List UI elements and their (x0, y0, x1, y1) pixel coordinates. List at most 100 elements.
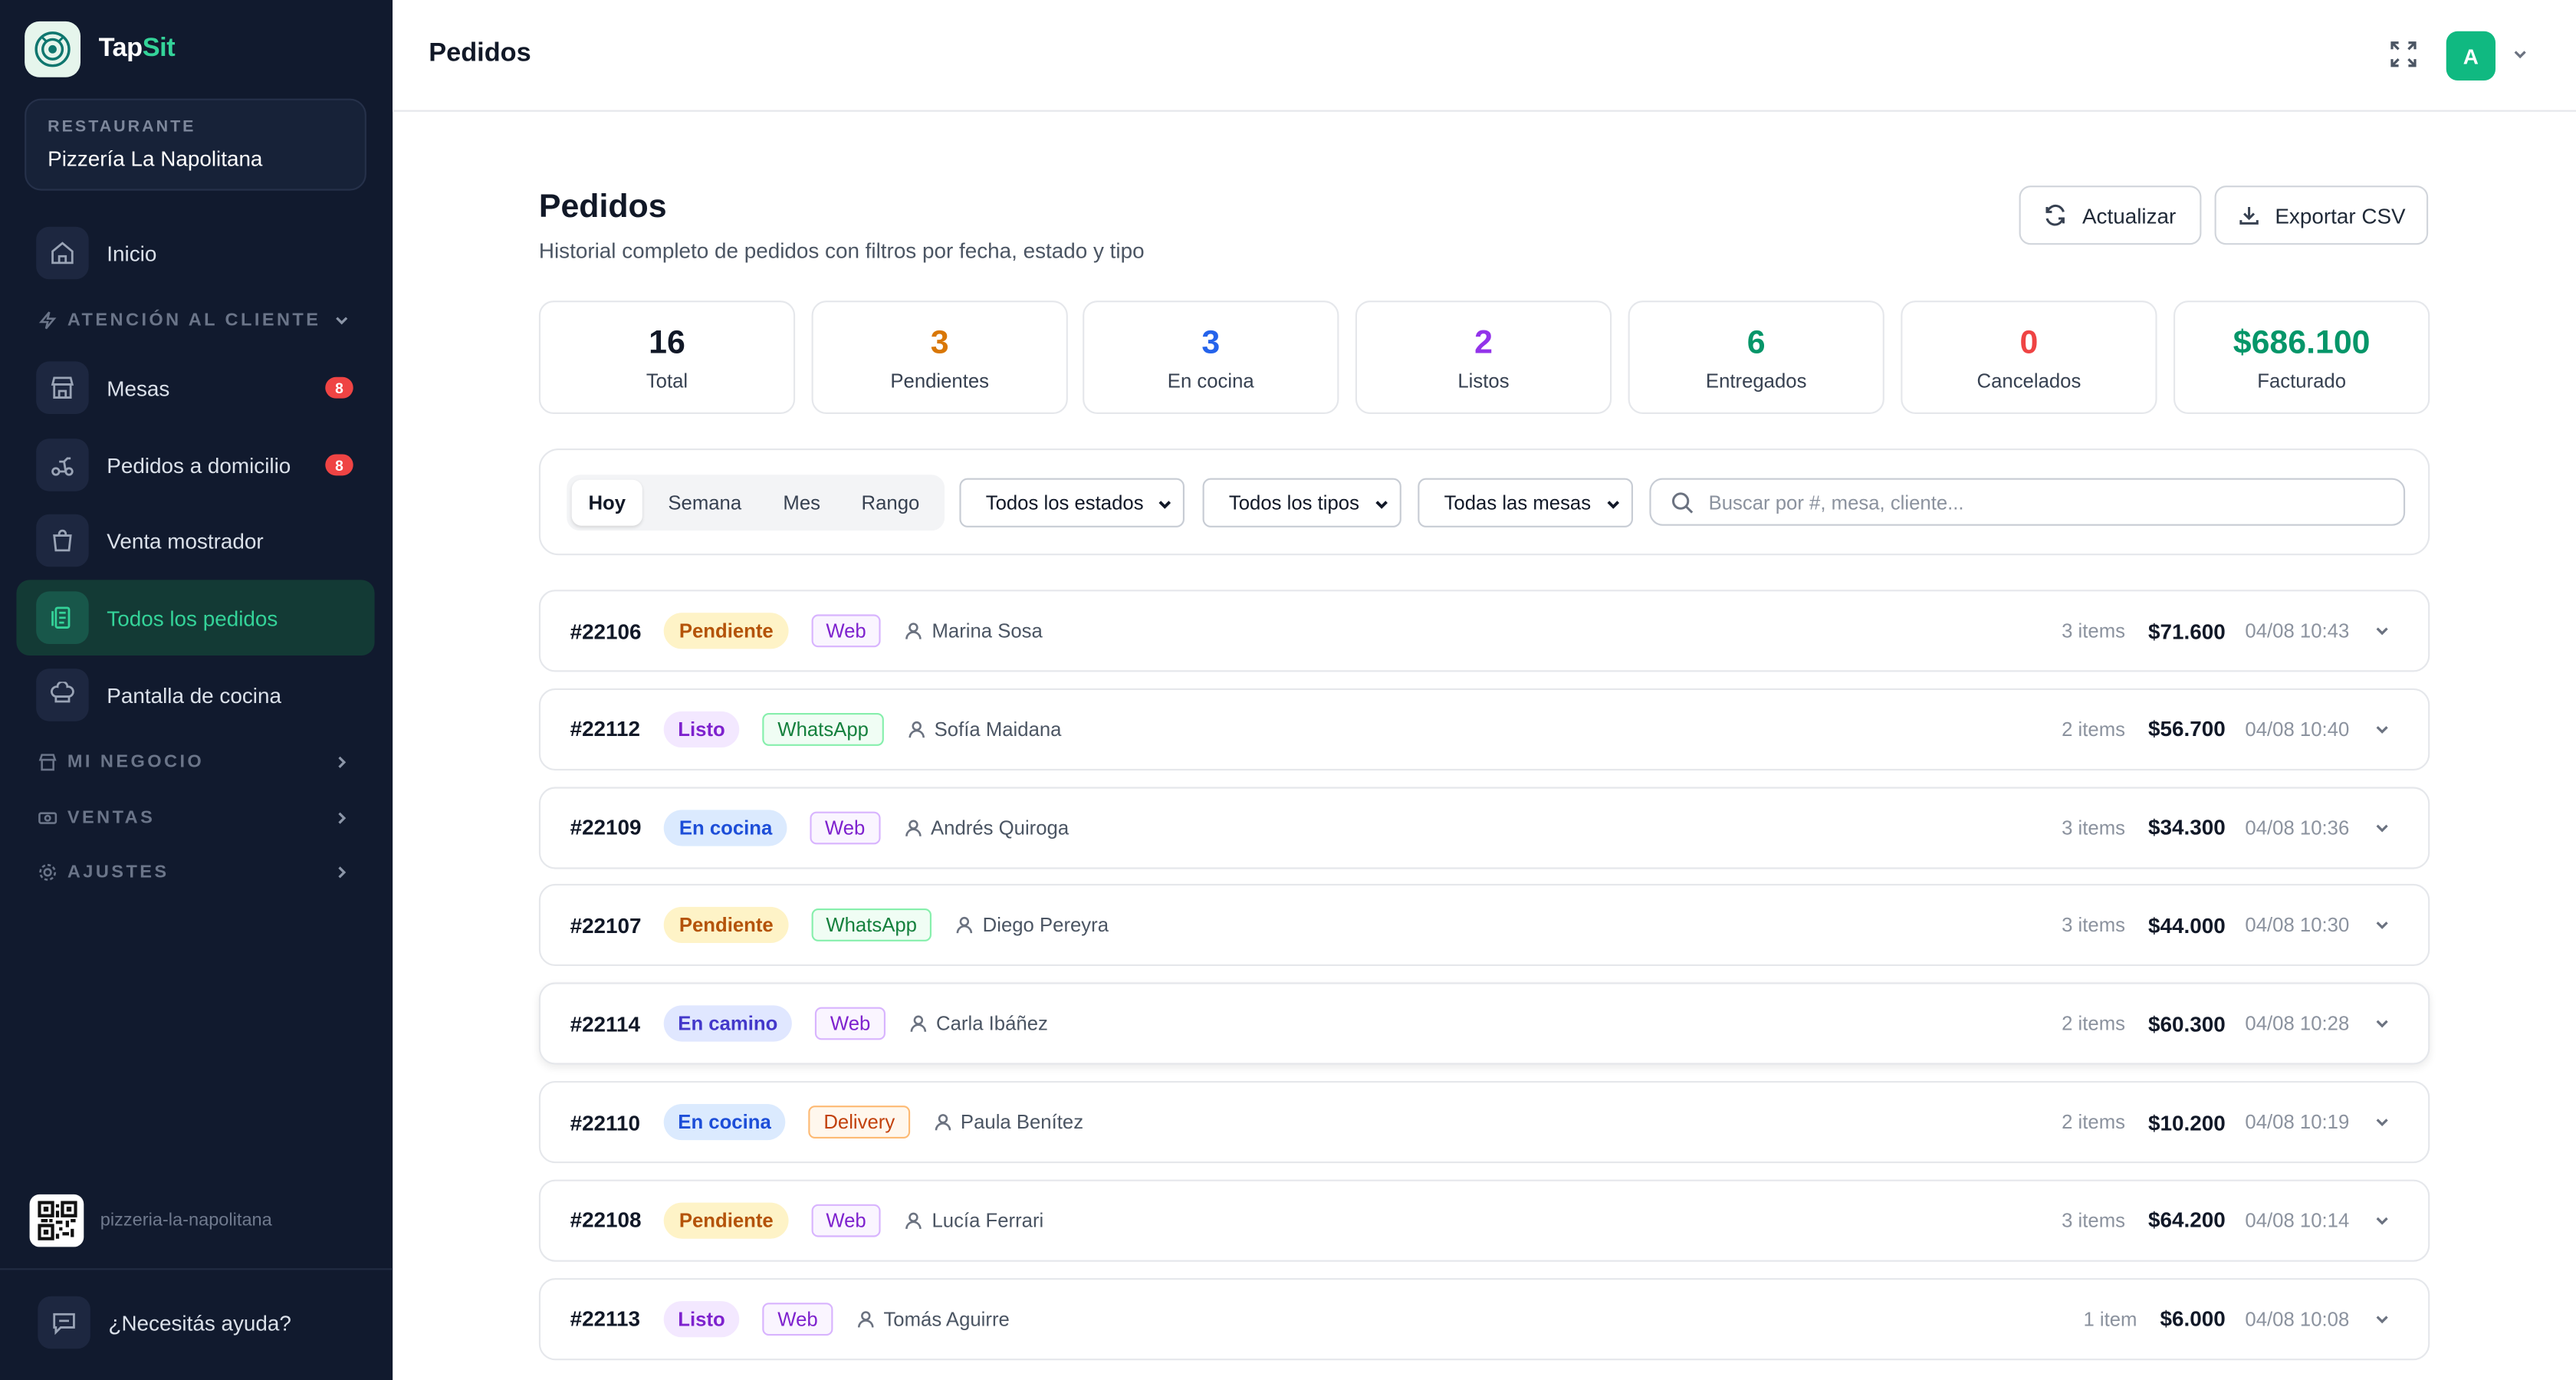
stat-label: Pendientes (890, 370, 990, 393)
chevron-down-icon[interactable] (2372, 1309, 2392, 1329)
order-summary: #22109 En cocina Web Andrés Quiroga (570, 788, 1070, 867)
refresh-label: Actualizar (2082, 202, 2177, 228)
section-ventas[interactable]: VENTAS (38, 802, 358, 835)
chevron-right-icon (338, 756, 347, 768)
filter-bar: Hoy Semana Mes Rango Todos los estados T… (538, 449, 2430, 556)
search-box (1649, 478, 2406, 526)
chef-hat-icon (36, 669, 89, 721)
customer-name: Andrés Quiroga (931, 816, 1070, 840)
order-summary: #22107 Pendiente WhatsApp Diego Pereyra (570, 886, 1109, 965)
customer-name: Lucía Ferrari (932, 1208, 1044, 1232)
period-mes[interactable]: Mes (767, 480, 836, 526)
help-label: ¿Necesitás ayuda? (108, 1309, 291, 1336)
chevron-down-icon[interactable] (2372, 1211, 2392, 1230)
order-date: 04/08 10:14 (2245, 1208, 2350, 1232)
section-label: MI NEGOCIO (67, 752, 205, 773)
receipt-icon (36, 591, 89, 644)
type-select[interactable]: Todos los tipos (1202, 478, 1401, 527)
chat-icon (38, 1296, 90, 1349)
order-row[interactable]: #22109 En cocina Web Andrés Quiroga 3 items $… (538, 786, 2430, 869)
chevron-down-icon[interactable] (2372, 1112, 2392, 1132)
period-rango[interactable]: Rango (841, 480, 940, 526)
order-customer: Andrés Quiroga (903, 816, 1070, 840)
fullscreen-icon[interactable] (2389, 39, 2419, 69)
restaurant-name: Pizzería La Napolitana (48, 146, 263, 171)
cash-icon (38, 812, 58, 824)
order-id: #22108 (570, 1208, 642, 1233)
order-customer: Diego Pereyra (955, 914, 1109, 937)
period-segmented-control: Hoy Semana Mes Rango (567, 475, 945, 531)
user-icon (903, 817, 931, 837)
stat-value: $686.100 (2233, 325, 2371, 362)
section-ajustes[interactable]: AJUSTES (38, 856, 358, 889)
order-row[interactable]: #22108 Pendiente Web Lucía Ferrari 3 items $6… (538, 1179, 2430, 1262)
stat-card-en-cocina: 3 En cocina (1083, 301, 1339, 414)
user-icon (933, 1112, 961, 1132)
stat-card-listos: 2 Listos (1355, 301, 1612, 414)
user-icon (955, 915, 982, 935)
order-status-badge: En cocina (663, 1104, 787, 1141)
sidebar: TapSit RESTAURANTE Pizzería La Napolitan… (0, 0, 393, 1380)
stat-value: 6 (1746, 325, 1766, 362)
refresh-button[interactable]: Actualizar (2019, 186, 2202, 245)
customer-name: Diego Pereyra (982, 914, 1109, 938)
help-link[interactable]: ¿Necesitás ayuda? (38, 1296, 291, 1349)
chevron-down-icon[interactable] (2510, 44, 2530, 64)
order-status-badge: Listo (663, 1300, 741, 1337)
order-channel-tag: WhatsApp (763, 712, 884, 746)
sidebar-item-pedidos-domicilio[interactable]: Pedidos a domicilio 8 (16, 427, 374, 503)
sidebar-item-mesas[interactable]: Mesas 8 (16, 350, 374, 426)
store-icon (38, 754, 57, 771)
stat-label: En cocina (1167, 370, 1254, 393)
customer-name: Carla Ibáñez (936, 1012, 1048, 1036)
status-select[interactable]: Todos los estados (959, 478, 1184, 527)
chevron-down-icon (1158, 501, 1171, 509)
search-input[interactable] (1708, 490, 2366, 514)
chevron-down-icon[interactable] (2372, 817, 2392, 837)
brand[interactable]: TapSit (25, 21, 176, 77)
user-icon (904, 621, 932, 641)
type-select-value: Todos los tipos (1228, 491, 1359, 514)
order-row[interactable]: #22114 En camino Web Carla Ibáñez 2 items $60… (538, 982, 2430, 1065)
section-mi-negocio[interactable]: MI NEGOCIO (38, 746, 358, 779)
stat-value: 3 (1201, 325, 1221, 362)
stat-label: Facturado (2257, 370, 2347, 393)
order-row[interactable]: #22110 En cocina Delivery Paula Benítez 2 it… (538, 1081, 2430, 1164)
order-details: 3 items $64.200 04/08 10:14 (2062, 1181, 2392, 1260)
section-atencion-cliente[interactable]: ATENCIÓN AL CLIENTE (38, 304, 358, 337)
order-amount: $6.000 (2160, 1306, 2226, 1331)
table-select-value: Todas las mesas (1444, 491, 1592, 514)
sidebar-divider (0, 1268, 393, 1270)
order-summary: #22112 Listo WhatsApp Sofía Maidana (570, 690, 1061, 769)
restaurant-qr[interactable]: pizzeria-la-napolitana (29, 1194, 272, 1247)
user-icon (904, 1211, 932, 1230)
sidebar-item-venta-mostrador[interactable]: Venta mostrador (16, 503, 374, 579)
user-avatar[interactable]: A (2446, 31, 2496, 81)
chevron-down-icon[interactable] (2372, 621, 2392, 641)
chevron-down-icon[interactable] (2372, 915, 2392, 935)
order-id: #22110 (570, 1109, 641, 1135)
stat-label: Cancelados (1976, 370, 2082, 393)
sidebar-item-inicio[interactable]: Inicio (16, 215, 374, 291)
download-icon (2239, 206, 2259, 225)
order-channel-tag: Web (763, 1302, 833, 1336)
sidebar-item-pantalla-cocina[interactable]: Pantalla de cocina (16, 657, 374, 733)
stat-value: 3 (930, 325, 949, 362)
order-amount: $56.700 (2147, 716, 2226, 742)
order-row[interactable]: #22112 Listo WhatsApp Sofía Maidana 2 items $… (538, 688, 2430, 770)
order-amount: $64.200 (2147, 1208, 2226, 1233)
order-amount: $34.300 (2147, 815, 2226, 840)
chevron-down-icon[interactable] (2372, 1014, 2392, 1034)
order-date: 04/08 10:19 (2245, 1110, 2350, 1134)
period-hoy[interactable]: Hoy (571, 479, 642, 526)
sidebar-item-todos-pedidos[interactable]: Todos los pedidos (16, 580, 375, 656)
chevron-down-icon (1607, 501, 1620, 509)
order-row[interactable]: #22107 Pendiente WhatsApp Diego Pereyra 3 it… (538, 884, 2430, 967)
period-semana[interactable]: Semana (647, 480, 762, 526)
export-csv-button[interactable]: Exportar CSV (2214, 186, 2429, 245)
restaurant-selector[interactable]: RESTAURANTE Pizzería La Napolitana (25, 98, 366, 191)
chevron-down-icon[interactable] (2372, 719, 2392, 739)
table-select[interactable]: Todas las mesas (1418, 478, 1633, 527)
order-row[interactable]: #22113 Listo Web Tomás Aguirre 1 item $6.000 0… (538, 1277, 2430, 1360)
order-row[interactable]: #22106 Pendiente Web Marina Sosa 3 items $71.… (538, 590, 2430, 672)
